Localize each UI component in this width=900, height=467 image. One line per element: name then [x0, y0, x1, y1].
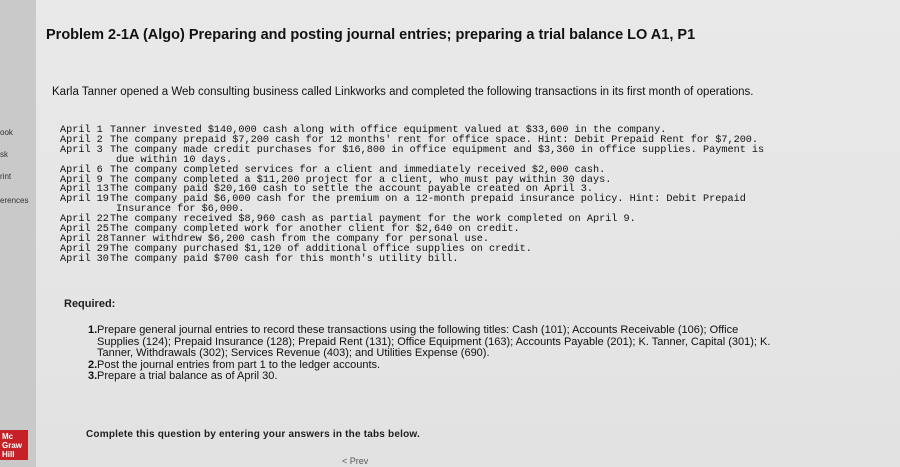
sidebar-item-references[interactable]: erences [0, 196, 28, 205]
transaction-date: April 30 [60, 253, 109, 265]
required-item-number: 1. [88, 324, 98, 336]
transaction-date: April 3 [60, 144, 103, 156]
prev-button[interactable]: < Prev [342, 456, 368, 466]
transaction-date: April 19 [60, 194, 109, 206]
required-item: 3. Prepare a trial balance as of April 30… [88, 371, 778, 383]
sidebar-item-ask[interactable]: sk [0, 150, 8, 159]
problem-panel: Problem 2-1A (Algo) Preparing and postin… [36, 0, 900, 467]
required-item: 1. Prepare general journal entries to rec… [88, 324, 778, 360]
required-item-text: Prepare a trial balance as of April 30. [97, 370, 278, 383]
problem-intro: Karla Tanner opened a Web consulting bus… [52, 86, 754, 98]
left-sidebar: ook sk rint erences Mc Graw Hill [0, 0, 37, 467]
required-item-number: 3. [88, 370, 98, 383]
required-list: 1. Prepare general journal entries to rec… [88, 324, 778, 383]
transaction-list: April 1 Tanner invested $140,000 cash alo… [60, 125, 800, 265]
mcgraw-hill-logo: Mc Graw Hill [0, 430, 28, 460]
complete-instruction: Complete this question by entering your … [86, 429, 420, 440]
required-heading: Required: [64, 298, 116, 310]
transaction-row: April 30 The company paid $700 cash for t… [60, 253, 800, 265]
sidebar-item-ebook[interactable]: ook [0, 128, 13, 137]
transaction-text: The company paid $700 cash for this mont… [110, 253, 459, 265]
sidebar-item-print[interactable]: rint [0, 172, 11, 181]
required-item-text: Prepare general journal entries to recor… [97, 324, 771, 360]
problem-title: Problem 2-1A (Algo) Preparing and postin… [46, 27, 696, 43]
